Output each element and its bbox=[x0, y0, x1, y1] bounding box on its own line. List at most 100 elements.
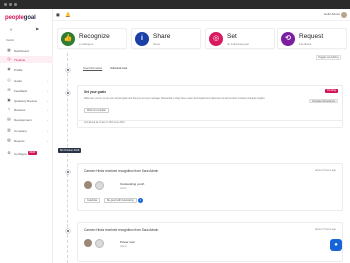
date-marker: 8th October 2019 bbox=[58, 148, 82, 153]
chevron-right-icon: › bbox=[47, 78, 48, 83]
window-dot bbox=[14, 3, 17, 6]
chevron-right-icon: › bbox=[47, 98, 48, 103]
recognition-post: Carmen Hinks received recognition from S… bbox=[77, 163, 343, 211]
recognition-post: Carmen Hinks received recognition from S… bbox=[77, 222, 343, 262]
grid-icon: ▦ bbox=[7, 48, 11, 52]
action-title: Request bbox=[299, 33, 324, 40]
sidebar-item-label: Company bbox=[14, 128, 27, 133]
calendar-icon: ▣ bbox=[7, 98, 11, 102]
sidebar-item-label: Dashboard bbox=[14, 48, 29, 53]
share-action-card[interactable]: i Share News bbox=[131, 28, 201, 49]
sidebar-item-goals[interactable]: ◎ Goals › bbox=[0, 77, 53, 84]
status-badge: Pending bbox=[325, 89, 338, 93]
sidebar-item-label: Configure bbox=[14, 151, 28, 156]
request-action-card[interactable]: ⟲ Request Feedback bbox=[277, 28, 347, 49]
sidebar-item-configure[interactable]: ⚙ Configure NEW bbox=[0, 150, 53, 157]
toggle-everything-button[interactable]: Toggle everything bbox=[315, 55, 341, 60]
thumbs-up-icon: 👍 bbox=[61, 32, 75, 46]
award-title: Power user bbox=[120, 240, 136, 244]
sidebar: peoplegoal « ⚑ Details ▦ Dashboard ◷ Timeli… bbox=[0, 9, 53, 263]
pin-icon[interactable]: ⚑ bbox=[35, 27, 39, 33]
post-time: about 2 hours ago bbox=[315, 169, 336, 172]
sidebar-item-reports[interactable]: ▧ Reports › bbox=[0, 137, 53, 144]
set-action-card[interactable]: ◎ Set an individual goal bbox=[205, 28, 275, 49]
window-dot bbox=[9, 3, 12, 6]
sidebar-item-development[interactable]: ▤ Development › bbox=[0, 116, 53, 123]
recipient-avatar[interactable] bbox=[84, 181, 92, 189]
gear-icon: ⚙ bbox=[7, 151, 11, 155]
sidebar-item-label: Development bbox=[14, 117, 32, 122]
timeline-dot bbox=[65, 170, 70, 174]
award-badge-icon bbox=[95, 239, 104, 248]
help-chat-button[interactable]: ● bbox=[330, 239, 342, 251]
clock-icon: ◷ bbox=[7, 57, 11, 61]
recipient-avatar[interactable] bbox=[84, 239, 92, 247]
target-icon: ◎ bbox=[7, 78, 11, 82]
post-time: about 2 hours ago bbox=[315, 228, 336, 231]
sidebar-item-label: Goals bbox=[14, 78, 22, 83]
action-title: Recognize bbox=[79, 33, 110, 40]
chevron-right-icon: › bbox=[47, 138, 48, 143]
avatar[interactable] bbox=[341, 11, 347, 18]
book-icon: ▤ bbox=[7, 117, 11, 121]
chevron-right-icon: › bbox=[47, 88, 48, 93]
target-icon: ◎ bbox=[209, 32, 223, 46]
sidebar-item-reviews[interactable]: ☆ Reviews › bbox=[0, 106, 53, 113]
celebrate-button[interactable]: Celebrate bbox=[84, 198, 101, 203]
tab-individual-goal[interactable]: Individual Goal bbox=[110, 67, 127, 70]
sidebar-item-company[interactable]: ▥ Company › bbox=[0, 127, 53, 134]
timeline-dot bbox=[65, 229, 70, 233]
action-subtitle: News bbox=[153, 42, 160, 46]
menu-icon[interactable]: ◼ bbox=[56, 12, 60, 18]
sidebar-item-label: Reports bbox=[14, 138, 25, 143]
user-name[interactable]: Hello Admin bbox=[324, 12, 340, 16]
post-title: Carmen Hinks received recognition from S… bbox=[84, 169, 159, 173]
building-icon: ▥ bbox=[7, 128, 11, 132]
action-subtitle: an individual goal bbox=[227, 42, 249, 46]
action-subtitle: a colleague bbox=[79, 42, 94, 46]
sidebar-item-label: Reviews bbox=[14, 107, 26, 112]
recognize-action-card[interactable]: 👍 Recognize a colleague bbox=[57, 28, 127, 49]
sidebar-item-label: Quarterly Review bbox=[14, 98, 38, 103]
timeline-feed: Toggle everything Goal Information Indiv… bbox=[55, 53, 345, 263]
bell-icon[interactable]: 🔔 bbox=[65, 12, 71, 18]
chevron-right-icon: › bbox=[47, 117, 48, 122]
action-subtitle: Feedback bbox=[299, 42, 312, 46]
feedback-icon: ⟲ bbox=[281, 32, 295, 46]
timeline-dot bbox=[65, 68, 70, 72]
sidebar-item-quarterly-review[interactable]: ▣ Quarterly Review › bbox=[0, 97, 53, 104]
sidebar-item-feedback[interactable]: ✉ Feedback › bbox=[0, 87, 53, 94]
join-celebration-button[interactable]: Be good with Celebrating bbox=[104, 198, 137, 203]
celebrate-count: 1 bbox=[138, 197, 143, 203]
award-subtitle: Admin bbox=[120, 245, 127, 248]
template-tag[interactable]: Template Discussions bbox=[308, 99, 338, 103]
collapse-icon[interactable]: « bbox=[10, 27, 13, 32]
award-subtitle: Admin bbox=[120, 187, 127, 190]
sidebar-item-label: Profile bbox=[14, 67, 23, 72]
action-title: Share bbox=[153, 33, 171, 40]
award-title: Outstanding youth bbox=[120, 182, 145, 186]
window-dot bbox=[4, 3, 7, 6]
award-badge-icon bbox=[95, 181, 104, 190]
star-icon: ☆ bbox=[7, 107, 11, 111]
sidebar-toolbar: « ⚑ bbox=[0, 27, 53, 39]
top-bar: ◼ 🔔 Hello Admin bbox=[53, 9, 350, 21]
tab-goal-information[interactable]: Goal Information bbox=[83, 67, 102, 70]
goal-card-title: Set your goals bbox=[84, 90, 106, 94]
chevron-right-icon: › bbox=[47, 128, 48, 133]
browser-chrome bbox=[0, 0, 350, 9]
post-title: Carmen Hinks received recognition from S… bbox=[84, 228, 159, 232]
sidebar-item-profile[interactable]: ◉ Profile bbox=[0, 66, 53, 73]
chevron-right-icon: › bbox=[47, 107, 48, 112]
info-icon: i bbox=[135, 32, 149, 46]
message-icon: ✉ bbox=[7, 88, 11, 92]
sidebar-item-timeline[interactable]: ◷ Timeline bbox=[0, 56, 53, 63]
work-on-template-button[interactable]: Work on template bbox=[84, 108, 109, 113]
goal-card-text: Make sure you've set up your annual goal… bbox=[84, 98, 266, 100]
goal-card-footer: Completed as of last on 15th June 2019 bbox=[84, 122, 125, 124]
new-badge: NEW bbox=[28, 151, 37, 155]
app-window: peoplegoal « ⚑ Details ▦ Dashboard ◷ Timeli… bbox=[0, 0, 350, 263]
sidebar-item-dashboard[interactable]: ▦ Dashboard bbox=[0, 47, 53, 54]
logo[interactable]: peoplegoal bbox=[5, 15, 36, 21]
action-cards: 👍 Recognize a colleague i Share News ◎ Set an in… bbox=[55, 28, 348, 50]
